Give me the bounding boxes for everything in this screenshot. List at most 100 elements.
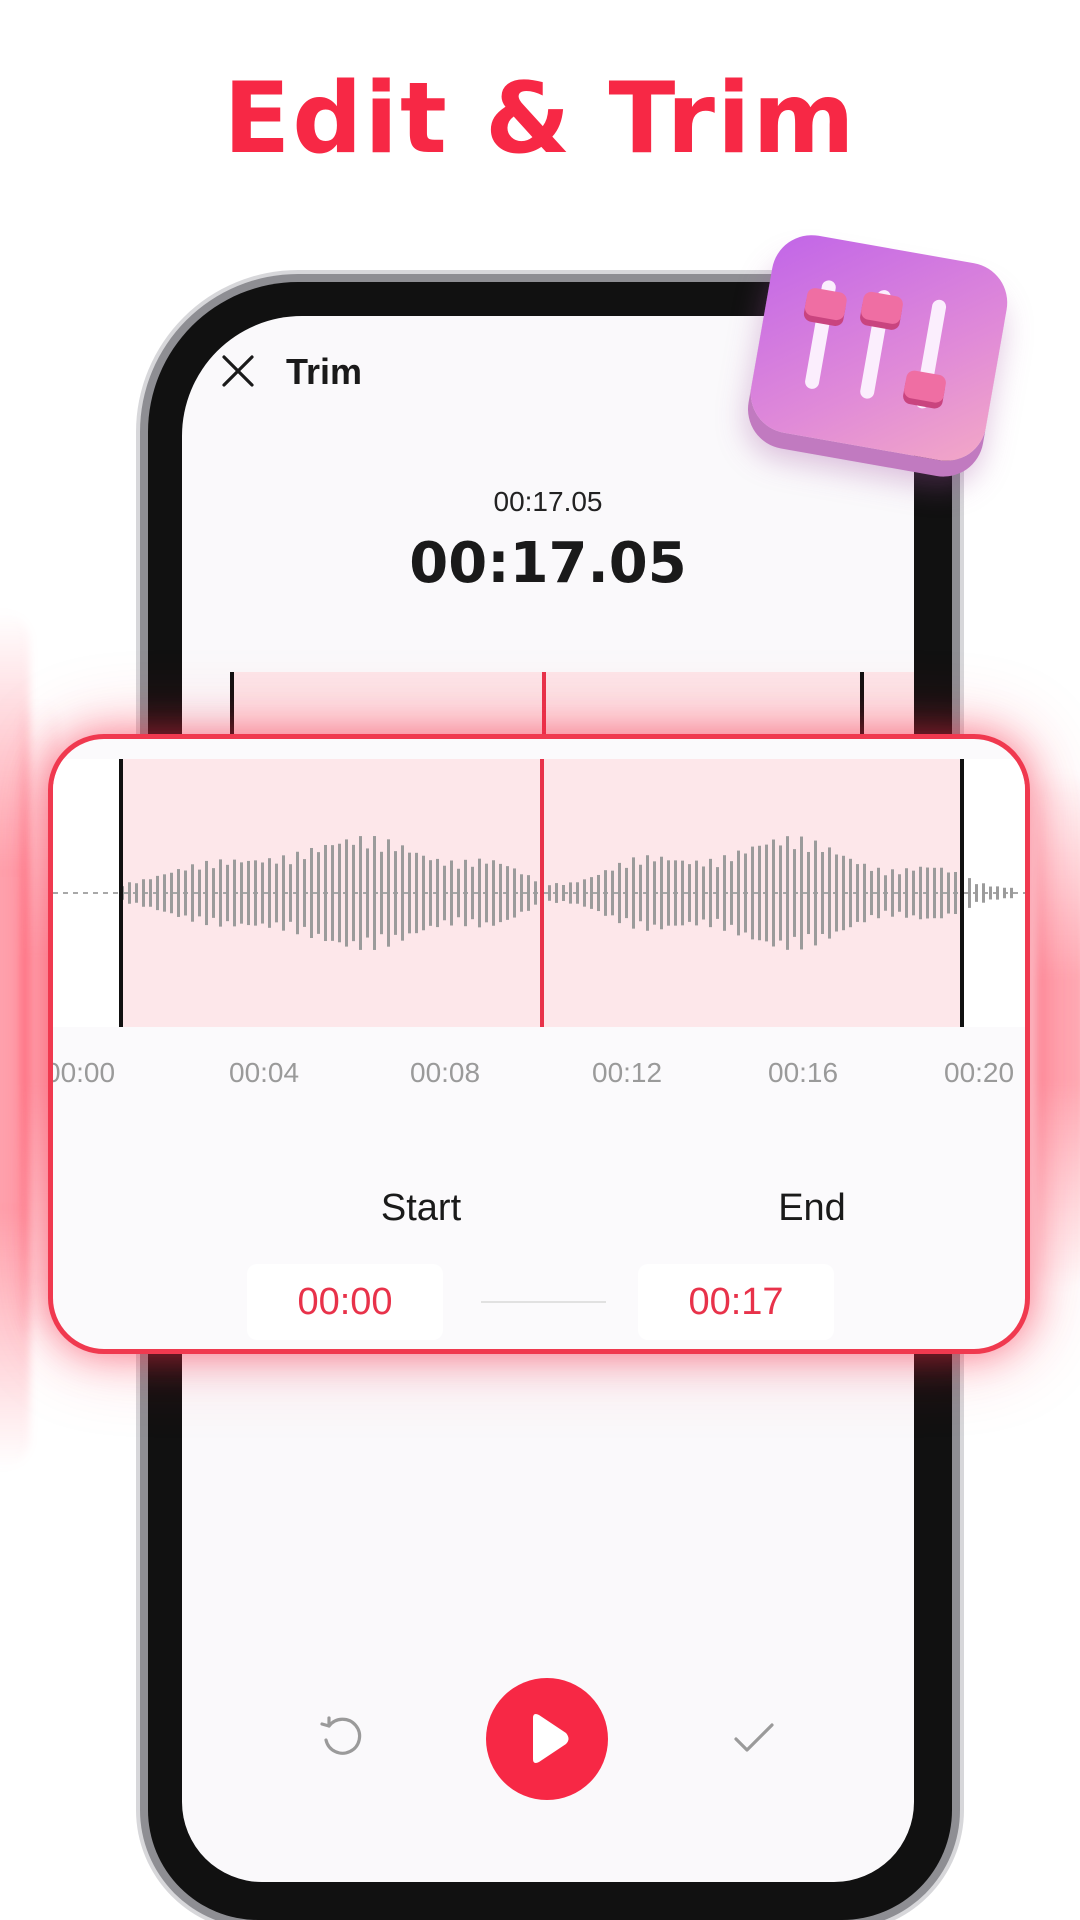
trim-card: 00:00 00:04 00:08 00:12 00:16 00:20 Star… xyxy=(48,734,1030,1354)
waveform-bar xyxy=(233,859,236,927)
waveform-bar xyxy=(366,848,369,938)
waveform-bar xyxy=(807,851,810,935)
waveform-bar xyxy=(947,872,950,914)
waveform-bar xyxy=(1003,887,1006,899)
waveform-bar xyxy=(569,882,572,904)
end-label: End xyxy=(778,1187,846,1229)
waveform-bar xyxy=(380,851,383,935)
waveform-bar xyxy=(429,860,432,926)
waveform-bar xyxy=(604,870,607,916)
waveform-bar xyxy=(856,864,859,922)
waveform-bar xyxy=(646,855,649,931)
waveform-bar xyxy=(296,851,299,935)
waveform-bar xyxy=(919,866,922,920)
play-button[interactable] xyxy=(486,1678,608,1800)
waveform-bar xyxy=(576,882,579,904)
waveform-bar xyxy=(443,865,446,921)
waveform-bar xyxy=(828,847,831,939)
waveform-bar xyxy=(800,836,803,950)
check-icon[interactable] xyxy=(732,1720,776,1756)
start-handle[interactable] xyxy=(119,759,123,1027)
waveform-bar xyxy=(156,875,159,911)
timeline-tick-3: 00:12 xyxy=(592,1057,663,1088)
waveform-bar xyxy=(597,874,600,912)
end-time-field[interactable]: 00:17 xyxy=(638,1264,834,1340)
waveform-bar xyxy=(891,869,894,917)
waveform-bar xyxy=(177,869,180,917)
sliders-icon xyxy=(744,228,1014,468)
close-icon[interactable] xyxy=(220,353,256,389)
headline: Edit & Trim xyxy=(223,62,857,176)
waveform-bar xyxy=(905,868,908,918)
waveform-bar xyxy=(485,863,488,923)
waveform-bar xyxy=(401,845,404,941)
waveform-bar xyxy=(618,862,621,924)
waveform-bar xyxy=(163,874,166,912)
waveform-bar xyxy=(457,868,460,918)
waveform-bar xyxy=(1010,887,1013,899)
playhead[interactable] xyxy=(540,759,544,1027)
waveform-bar xyxy=(611,870,614,916)
waveform-bar xyxy=(520,874,523,912)
start-time-field[interactable]: 00:00 xyxy=(247,1264,443,1340)
waveform-bar xyxy=(863,863,866,923)
waveform-bar xyxy=(975,884,978,902)
waveform-bar xyxy=(240,862,243,924)
waveform-bar xyxy=(170,872,173,914)
waveform-bar xyxy=(940,867,943,919)
waveform-bar xyxy=(681,860,684,926)
waveform-bar xyxy=(695,860,698,926)
waveform-bar xyxy=(996,886,999,900)
waveform-bar xyxy=(877,867,880,919)
waveform-bar xyxy=(912,870,915,916)
waveform-bar xyxy=(212,868,215,918)
waveform-bar xyxy=(135,883,138,903)
waveform-bar xyxy=(548,885,551,901)
waveform-bar xyxy=(849,858,852,928)
waveform-bar xyxy=(954,871,957,915)
waveform-bar xyxy=(191,864,194,922)
waveform-bar xyxy=(933,867,936,919)
current-time-small: 00:17.05 xyxy=(493,486,603,517)
waveform-bar xyxy=(632,857,635,929)
waveform-bar xyxy=(394,851,397,935)
waveform-bar xyxy=(254,860,257,926)
waveform-bar xyxy=(324,844,327,942)
waveform-bar xyxy=(492,860,495,926)
waveform-bar xyxy=(772,839,775,947)
waveform-bar xyxy=(716,867,719,919)
waveform-bar xyxy=(758,845,761,941)
waveform-bar xyxy=(268,858,271,928)
waveform-bar xyxy=(835,854,838,932)
waveform-bar xyxy=(590,877,593,909)
waveform-bar xyxy=(702,866,705,920)
waveform-bar xyxy=(436,858,439,928)
waveform-bar xyxy=(765,844,768,942)
waveform-bar xyxy=(534,881,537,905)
waveform-bar xyxy=(506,866,509,920)
waveform-bar xyxy=(821,852,824,934)
waveform-bar xyxy=(128,882,131,904)
waveform-bar xyxy=(968,878,971,908)
end-handle[interactable] xyxy=(960,759,964,1027)
background-wave-right xyxy=(1036,770,1080,1290)
waveform-bar xyxy=(317,852,320,934)
waveform-bar xyxy=(660,856,663,930)
current-time-large: 00:17.05 xyxy=(409,531,687,596)
waveform-bar xyxy=(926,867,929,919)
waveform-bar xyxy=(583,879,586,907)
waveform-area[interactable] xyxy=(53,759,1025,1027)
timeline-tick-5: 00:20 xyxy=(944,1057,1015,1088)
waveform-bar xyxy=(478,858,481,928)
reset-icon[interactable] xyxy=(317,1712,367,1762)
waveform-bar xyxy=(471,866,474,920)
waveform-bar xyxy=(338,843,341,943)
waveform-bar xyxy=(415,852,418,934)
waveform-bar xyxy=(261,862,264,924)
waveform-bar xyxy=(184,870,187,916)
waveform-bar xyxy=(786,836,789,950)
waveform-bar xyxy=(464,859,467,927)
waveform-bar xyxy=(667,860,670,926)
waveform-bar xyxy=(373,836,376,950)
waveform-bar xyxy=(331,845,334,941)
